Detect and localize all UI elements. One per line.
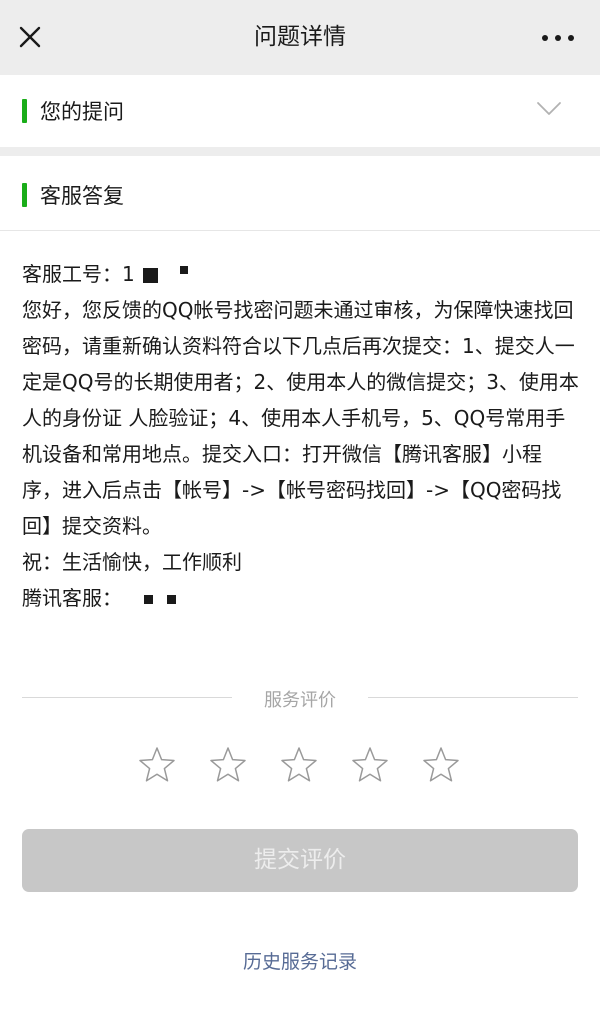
submit-rating-button[interactable]: 提交评价 [22, 829, 578, 892]
screen: 问题详情 您的提问 客服答复 客服工号：1 您好，您反馈的QQ帐号找密问题未通过… [0, 0, 600, 1031]
star-outline-icon[interactable] [350, 745, 390, 785]
reply-closing: 祝：生活愉快，工作顺利 [22, 550, 242, 574]
service-history-link[interactable]: 历史服务记录 [0, 947, 600, 974]
section-accent-bar [22, 99, 27, 123]
service-rating-label: 服务评价 [264, 690, 336, 711]
redacted-block [179, 265, 188, 274]
more-icon-dot [542, 35, 548, 41]
more-icon-dot [555, 35, 561, 41]
star-outline-icon[interactable] [137, 745, 177, 785]
star-outline-icon[interactable] [421, 745, 461, 785]
section-separator [0, 147, 600, 156]
cs-reply-label: 客服答复 [40, 184, 124, 208]
star-outline-icon[interactable] [279, 745, 319, 785]
more-button[interactable] [540, 24, 576, 52]
close-icon [19, 26, 41, 48]
reply-content: 客服工号：1 您好，您反馈的QQ帐号找密问题未通过审核，为保障快速找回密码，请重… [22, 256, 580, 616]
redacted-block [144, 595, 153, 604]
more-icon-dot [568, 35, 574, 41]
top-nav-bar: 问题详情 [0, 0, 600, 75]
rating-divider-right [368, 697, 578, 698]
signature-label: 腾讯客服： [22, 586, 122, 610]
page-title: 问题详情 [254, 24, 346, 50]
section-accent-bar [22, 183, 27, 207]
signature-line: 腾讯客服： [22, 580, 580, 616]
close-button[interactable] [14, 21, 46, 53]
agent-id-line: 客服工号：1 [22, 256, 580, 292]
rating-divider-left [22, 697, 232, 698]
reply-message: 您好，您反馈的QQ帐号找密问题未通过审核，为保障快速找回密码，请重新确认资料符合… [22, 298, 579, 538]
divider [0, 230, 600, 231]
your-question-label: 您的提问 [40, 100, 124, 124]
star-outline-icon[interactable] [208, 745, 248, 785]
redacted-block [167, 595, 176, 604]
chevron-down-icon[interactable] [536, 101, 562, 117]
agent-id-label: 客服工号：1 [22, 262, 135, 286]
redacted-block [142, 268, 158, 283]
